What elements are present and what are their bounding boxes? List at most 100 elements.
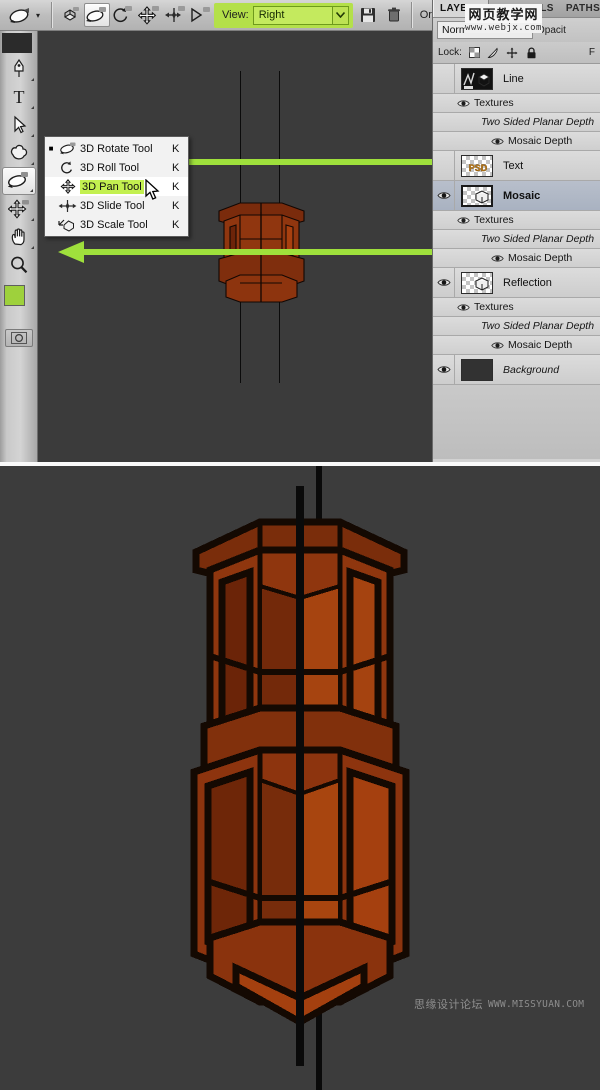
table-row[interactable]: PSD Text xyxy=(433,151,600,181)
visibility-toggle[interactable] xyxy=(433,355,455,384)
visibility-toggle[interactable] xyxy=(433,268,455,297)
tab-layers[interactable]: LAYERS xyxy=(433,0,490,17)
blend-mode-select[interactable]: Normal xyxy=(437,21,533,39)
flyout-item-3d-slide-tool[interactable]: 3D Slide Tool K xyxy=(45,196,188,215)
table-row[interactable]: Textures xyxy=(433,211,600,230)
table-row[interactable]: Mosaic Depth xyxy=(433,336,600,355)
eye-icon[interactable] xyxy=(491,253,504,264)
eye-icon xyxy=(436,366,451,373)
table-row[interactable]: Two Sided Planar Depth xyxy=(433,317,600,336)
layer-list: Line Textures Two Sided Planar Depth Mos… xyxy=(433,64,600,459)
table-row[interactable]: Reflection xyxy=(433,268,600,298)
lock-all-icon xyxy=(527,46,536,58)
3d-pan-mode-button[interactable] xyxy=(136,3,162,27)
3d-move-icon xyxy=(7,199,29,219)
lock-position-button[interactable] xyxy=(506,46,519,59)
tab-channels[interactable]: CHANNELS xyxy=(489,0,560,17)
table-row[interactable]: Mosaic xyxy=(433,181,600,211)
color-swatches[interactable] xyxy=(2,283,38,323)
eye-icon[interactable] xyxy=(457,98,470,109)
layer-name: Textures xyxy=(474,301,514,313)
3d-scale-icon xyxy=(191,7,210,23)
delete-view-button[interactable] xyxy=(383,3,405,27)
blend-mode-value: Normal xyxy=(442,24,476,36)
layer-name: Mosaic Depth xyxy=(508,252,573,264)
tool-more-triangle-icon xyxy=(29,189,33,192)
layer-name: Mosaic Depth xyxy=(508,135,573,147)
layers-panel: LAYERS CHANNELS PATHS Normal Opacit Lock… xyxy=(432,0,600,462)
visibility-toggle[interactable] xyxy=(433,64,455,93)
table-row[interactable]: Background xyxy=(433,355,600,385)
tab-paths[interactable]: PATHS xyxy=(560,0,600,17)
flyout-item-3d-roll-tool[interactable]: 3D Roll Tool K xyxy=(45,158,188,177)
flyout-item-3d-rotate-tool[interactable]: ■ 3D Rotate Tool K xyxy=(45,139,188,158)
layer-thumbnail[interactable] xyxy=(455,67,499,90)
layer-thumbnail[interactable]: PSD xyxy=(455,154,499,177)
document-canvas[interactable] xyxy=(38,31,432,462)
layer-thumbnail[interactable] xyxy=(455,271,499,294)
3d-roll-mode-button[interactable] xyxy=(110,3,136,27)
mouse-pointer-cursor xyxy=(145,179,160,200)
type-tool[interactable]: T xyxy=(2,83,36,111)
flyout-item-3d-pan-tool[interactable]: 3D Pan Tool K xyxy=(45,177,188,196)
save-view-button[interactable] xyxy=(357,3,379,27)
3d-tool-flyout-menu[interactable]: ■ 3D Rotate Tool K 3D Roll Tool K 3D Pan… xyxy=(44,136,189,237)
eye-icon[interactable] xyxy=(457,215,470,226)
foreground-color-swatch[interactable] xyxy=(3,285,25,306)
3d-slide-mode-button[interactable] xyxy=(162,3,188,27)
custom-shape-tool[interactable] xyxy=(2,139,36,167)
lower-pointer-arrow xyxy=(58,237,432,267)
layer-name: Line xyxy=(503,72,524,85)
layer-thumbnail[interactable] xyxy=(455,358,499,381)
3d-rotate-tool[interactable] xyxy=(1,167,36,195)
3d-slide-icon xyxy=(165,6,185,22)
table-row[interactable]: Mosaic Depth xyxy=(433,132,600,151)
lock-position-icon xyxy=(506,47,518,58)
3d-pan-camera-tool[interactable] xyxy=(2,195,36,223)
eye-icon[interactable] xyxy=(457,302,470,313)
visibility-toggle[interactable] xyxy=(433,151,455,180)
lock-image-pixels-button[interactable] xyxy=(487,46,500,59)
type-t-icon: T xyxy=(13,87,24,107)
layer-thumbnail[interactable] xyxy=(455,184,499,207)
visibility-toggle[interactable] xyxy=(433,181,455,210)
table-row[interactable]: Textures xyxy=(433,298,600,317)
3d-slide-icon xyxy=(57,199,79,213)
pen-tool[interactable] xyxy=(2,55,36,83)
zoom-tool[interactable] xyxy=(2,251,36,279)
table-row[interactable]: Line xyxy=(433,64,600,94)
flyout-item-3d-scale-tool[interactable]: 3D Scale Tool K xyxy=(45,215,188,234)
hand-icon xyxy=(11,228,25,246)
flyout-label: 3D Roll Tool xyxy=(80,161,140,174)
eye-icon[interactable] xyxy=(491,136,504,147)
svg-text:PSD: PSD xyxy=(469,163,488,173)
view-select[interactable]: Right xyxy=(252,5,349,25)
arrow-shaft xyxy=(82,249,432,255)
path-selection-tool[interactable] xyxy=(2,111,36,139)
tool-preset-picker[interactable]: ▾ xyxy=(3,2,45,28)
flyout-label: 3D Scale Tool xyxy=(80,218,148,231)
lock-all-button[interactable] xyxy=(525,46,538,59)
3d-object-icon xyxy=(63,7,79,21)
opacity-label: Opacit xyxy=(537,24,566,36)
table-row[interactable]: Textures xyxy=(433,94,600,113)
table-row[interactable]: Mosaic Depth xyxy=(433,249,600,268)
3d-object-mode-button[interactable] xyxy=(58,3,84,27)
table-row[interactable]: Two Sided Planar Depth xyxy=(433,230,600,249)
chevron-down-icon xyxy=(335,12,345,18)
eye-icon[interactable] xyxy=(491,340,504,351)
view-dropdown-arrow[interactable] xyxy=(331,6,348,24)
lock-transparent-pixels-button[interactable] xyxy=(468,46,481,59)
layer-name: Two Sided Planar Depth xyxy=(481,116,595,128)
quick-mask-toggle[interactable] xyxy=(4,329,33,347)
3d-render-preview[interactable]: 思缘设计论坛 WWW.MISSYUAN.COM xyxy=(0,466,600,1090)
table-row[interactable]: Two Sided Planar Depth xyxy=(433,113,600,132)
3d-scale-mode-button[interactable] xyxy=(188,3,214,27)
hand-tool[interactable] xyxy=(2,223,36,251)
3d-rotate-mode-button[interactable] xyxy=(84,3,110,27)
divider xyxy=(51,2,52,28)
trash-icon xyxy=(387,7,400,22)
layer-name: Two Sided Planar Depth xyxy=(481,233,595,245)
view-control-group: View: Right xyxy=(214,2,353,28)
arrow-pointer-icon xyxy=(13,115,26,134)
